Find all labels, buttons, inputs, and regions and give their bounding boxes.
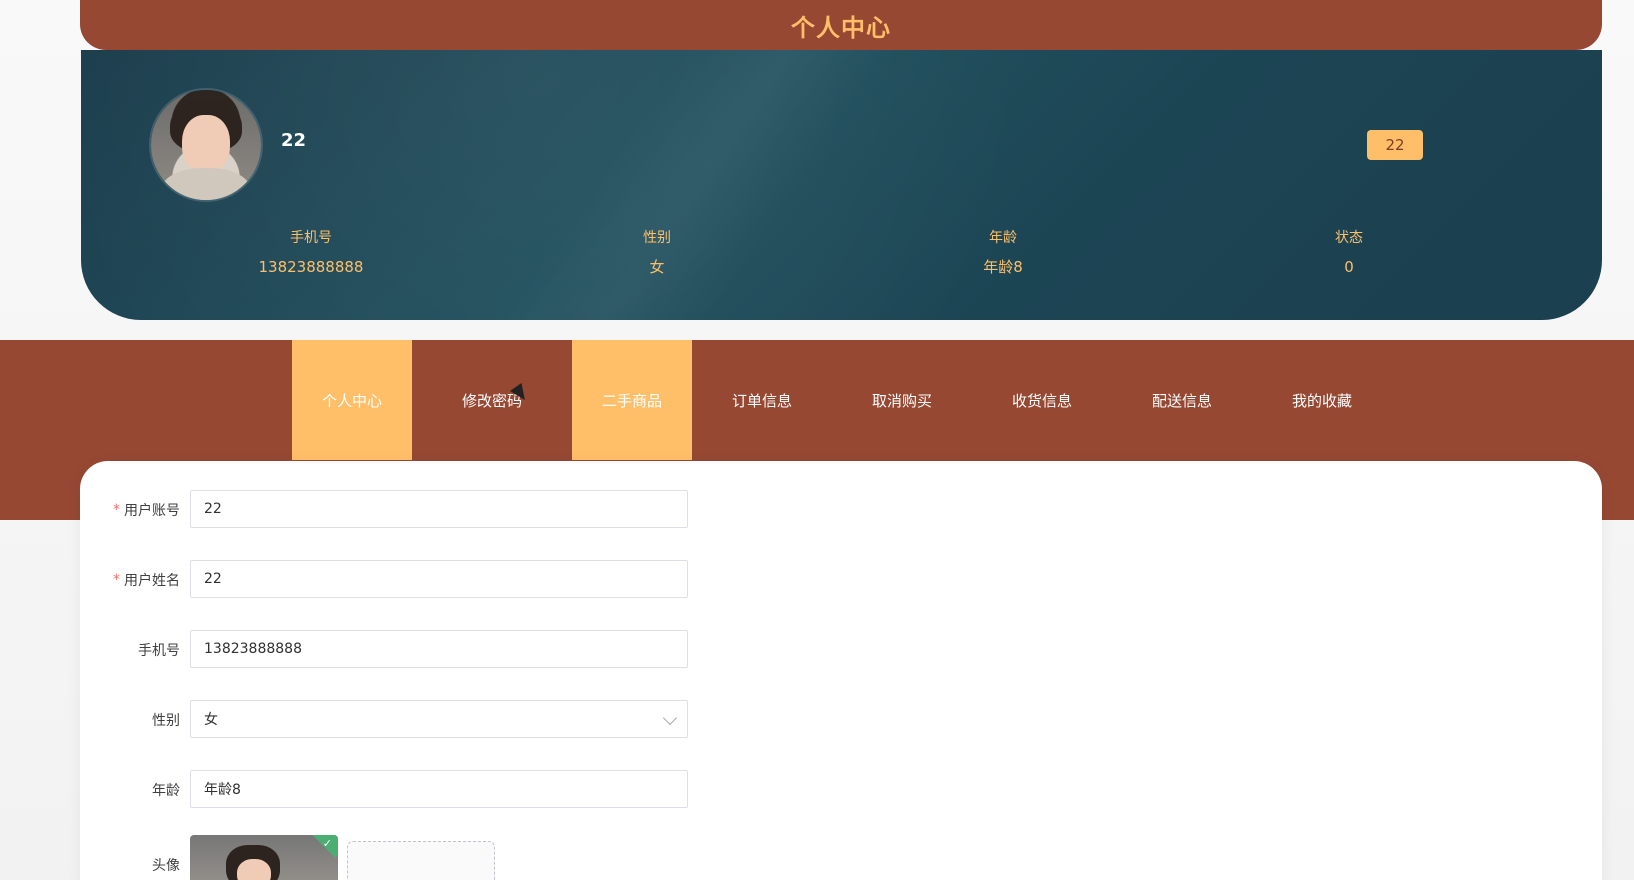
gender-selected-value: 女	[204, 712, 218, 728]
nav-profile[interactable]: 个人中心	[292, 340, 412, 460]
profile-form-panel: * 用户账号 22 * 用户姓名 22 手机号 13823888888 性别 女	[80, 461, 1602, 880]
form-row-user-name: * 用户姓名 22	[80, 560, 700, 600]
page-title-bar: 个人中心	[80, 0, 1602, 50]
age-input[interactable]: 年龄8	[190, 770, 688, 808]
avatar-shirt	[161, 168, 251, 200]
profile-card: 22 22 手机号 13823888888 性别 女 年龄 年龄8 状态 0	[81, 50, 1602, 320]
stat-label-status: 状态	[1335, 230, 1363, 246]
stat-label-phone: 手机号	[290, 230, 332, 246]
user-avatar	[151, 90, 261, 200]
nav-order-info[interactable]: 订单信息	[692, 340, 832, 460]
stat-value-status: 0	[1344, 258, 1354, 276]
nav-shipping-info[interactable]: 收货信息	[972, 340, 1112, 460]
stat-label-gender: 性别	[643, 230, 671, 246]
avatar-face	[182, 115, 230, 173]
user-name-input[interactable]: 22	[190, 560, 688, 598]
user-account-label-text: 用户账号	[124, 503, 180, 519]
check-icon: ✓	[322, 837, 332, 850]
nav-change-password[interactable]: 修改密码	[412, 340, 572, 460]
phone-label: 手机号	[80, 630, 180, 670]
required-marker: *	[113, 502, 120, 518]
form-row-gender: 性别 女	[80, 700, 700, 740]
form-row-user-account: * 用户账号 22	[80, 490, 700, 530]
form-row-age: 年龄 年龄8	[80, 770, 700, 810]
profile-badge: 22	[1367, 130, 1423, 160]
age-label-text: 年龄	[152, 783, 180, 799]
form-row-avatar-upload: 头像 ✓	[80, 835, 700, 880]
stat-value-gender: 女	[649, 258, 665, 276]
avatar-upload-label: 头像	[152, 858, 180, 874]
user-name-label-text: 用户姓名	[124, 573, 180, 589]
nav-my-favorites[interactable]: 我的收藏	[1252, 340, 1392, 460]
stat-value-age: 年龄8	[983, 258, 1023, 276]
profile-navigation: 个人中心 修改密码 二手商品 订单信息 取消购买 收货信息 配送信息 我的收藏	[292, 340, 1392, 460]
stat-gender: 性别 女	[577, 228, 737, 278]
user-account-input[interactable]: 22	[190, 490, 688, 528]
age-label: 年龄	[80, 770, 180, 810]
chevron-down-icon	[662, 710, 678, 726]
user-profile-page: 个人中心 22 22 手机号 13823888888 性别 女 年龄 年龄8 状…	[0, 0, 1634, 880]
profile-username: 22	[281, 130, 307, 151]
user-account-label: * 用户账号	[80, 490, 180, 530]
stat-phone: 手机号 13823888888	[231, 228, 391, 278]
user-name-label: * 用户姓名	[80, 560, 180, 600]
stat-value-phone: 13823888888	[258, 258, 364, 276]
gender-label-text: 性别	[152, 713, 180, 729]
page-title: 个人中心	[791, 13, 891, 42]
nav-cancel-purchase[interactable]: 取消购买	[832, 340, 972, 460]
avatar-upload-button[interactable]	[347, 841, 495, 880]
stat-age: 年龄 年龄8	[923, 228, 1083, 278]
form-row-phone: 手机号 13823888888	[80, 630, 700, 670]
gender-select[interactable]: 女	[190, 700, 688, 738]
nav-delivery-info[interactable]: 配送信息	[1112, 340, 1252, 460]
stat-label-age: 年龄	[989, 230, 1017, 246]
nav-second-hand-products[interactable]: 二手商品	[572, 340, 692, 460]
gender-label: 性别	[80, 700, 180, 740]
uploaded-avatar-preview[interactable]: ✓	[190, 835, 338, 880]
stat-status: 状态 0	[1269, 228, 1429, 278]
required-marker: *	[113, 572, 120, 588]
phone-input[interactable]: 13823888888	[190, 630, 688, 668]
phone-label-text: 手机号	[138, 643, 180, 659]
